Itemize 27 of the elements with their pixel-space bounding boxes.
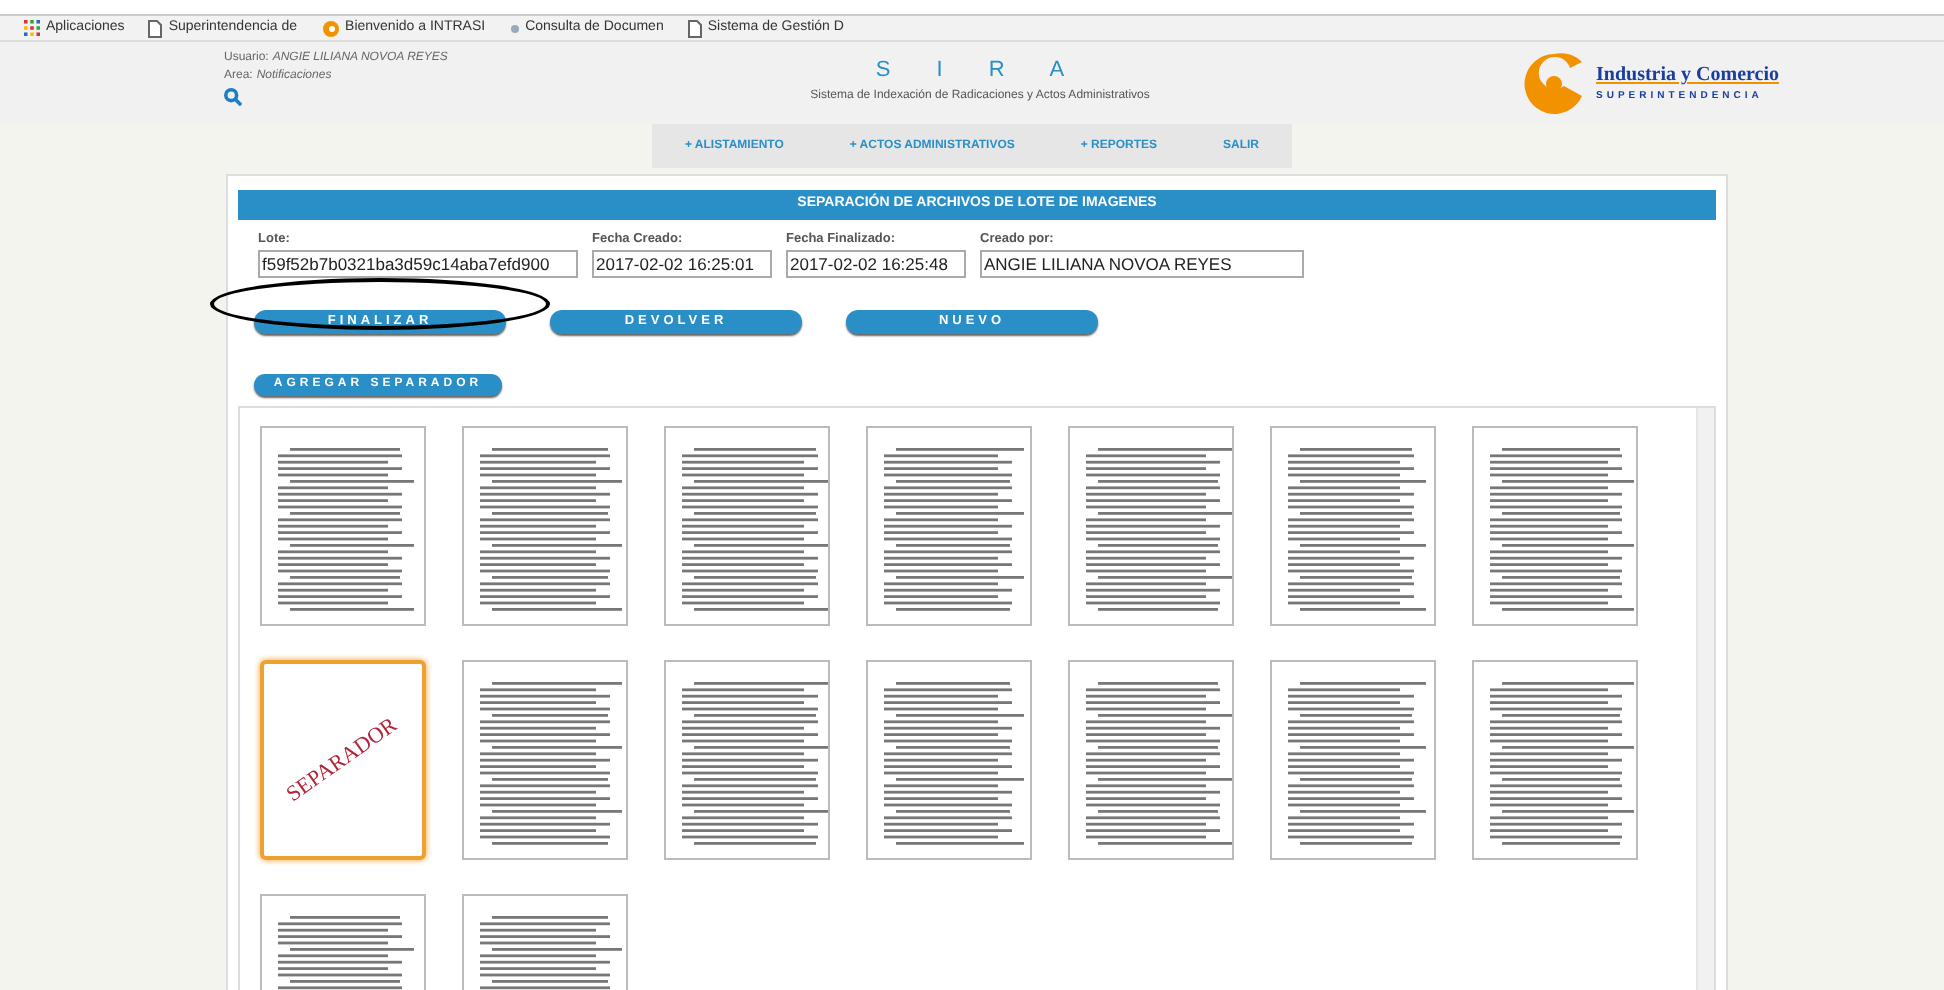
page-thumbnail[interactable] xyxy=(866,425,1032,626)
input-field[interactable]: ANGIE LILIANA NOVOA REYES xyxy=(980,249,1304,278)
page-thumbnail[interactable] xyxy=(664,425,830,626)
page-thumbnail[interactable] xyxy=(664,659,830,860)
search-icon[interactable] xyxy=(224,88,242,106)
logo-icon xyxy=(321,19,340,37)
page-thumbnail[interactable] xyxy=(462,659,628,860)
page-thumbnail[interactable] xyxy=(260,425,426,626)
page-thumbnail[interactable] xyxy=(1068,425,1234,626)
page-thumbnail[interactable] xyxy=(462,425,628,626)
input-field[interactable]: 2017-02-02 16:25:48 xyxy=(786,249,966,278)
page-thumbnail[interactable] xyxy=(1472,659,1638,860)
page-thumbnail[interactable] xyxy=(866,659,1032,860)
dot-icon xyxy=(509,23,520,33)
app-name: S I R A xyxy=(875,56,1085,86)
page-thumbnail[interactable] xyxy=(1472,425,1638,626)
input-field[interactable]: f59f52b7b0321ba3d59c14aba7efd900 xyxy=(258,249,578,278)
page-thumbnail[interactable] xyxy=(1270,659,1436,860)
scrollbar[interactable] xyxy=(1696,407,1714,990)
logo-icon xyxy=(1520,51,1588,115)
page-thumbnail[interactable] xyxy=(1068,659,1234,860)
apps-grid-icon xyxy=(24,20,40,36)
input-field[interactable]: 2017-02-02 16:25:01 xyxy=(592,249,772,278)
page-icon xyxy=(148,19,163,37)
page-thumbnail[interactable] xyxy=(1270,425,1436,626)
logo-title: Industria y Comercio xyxy=(1596,62,1779,91)
page-icon xyxy=(687,19,702,37)
